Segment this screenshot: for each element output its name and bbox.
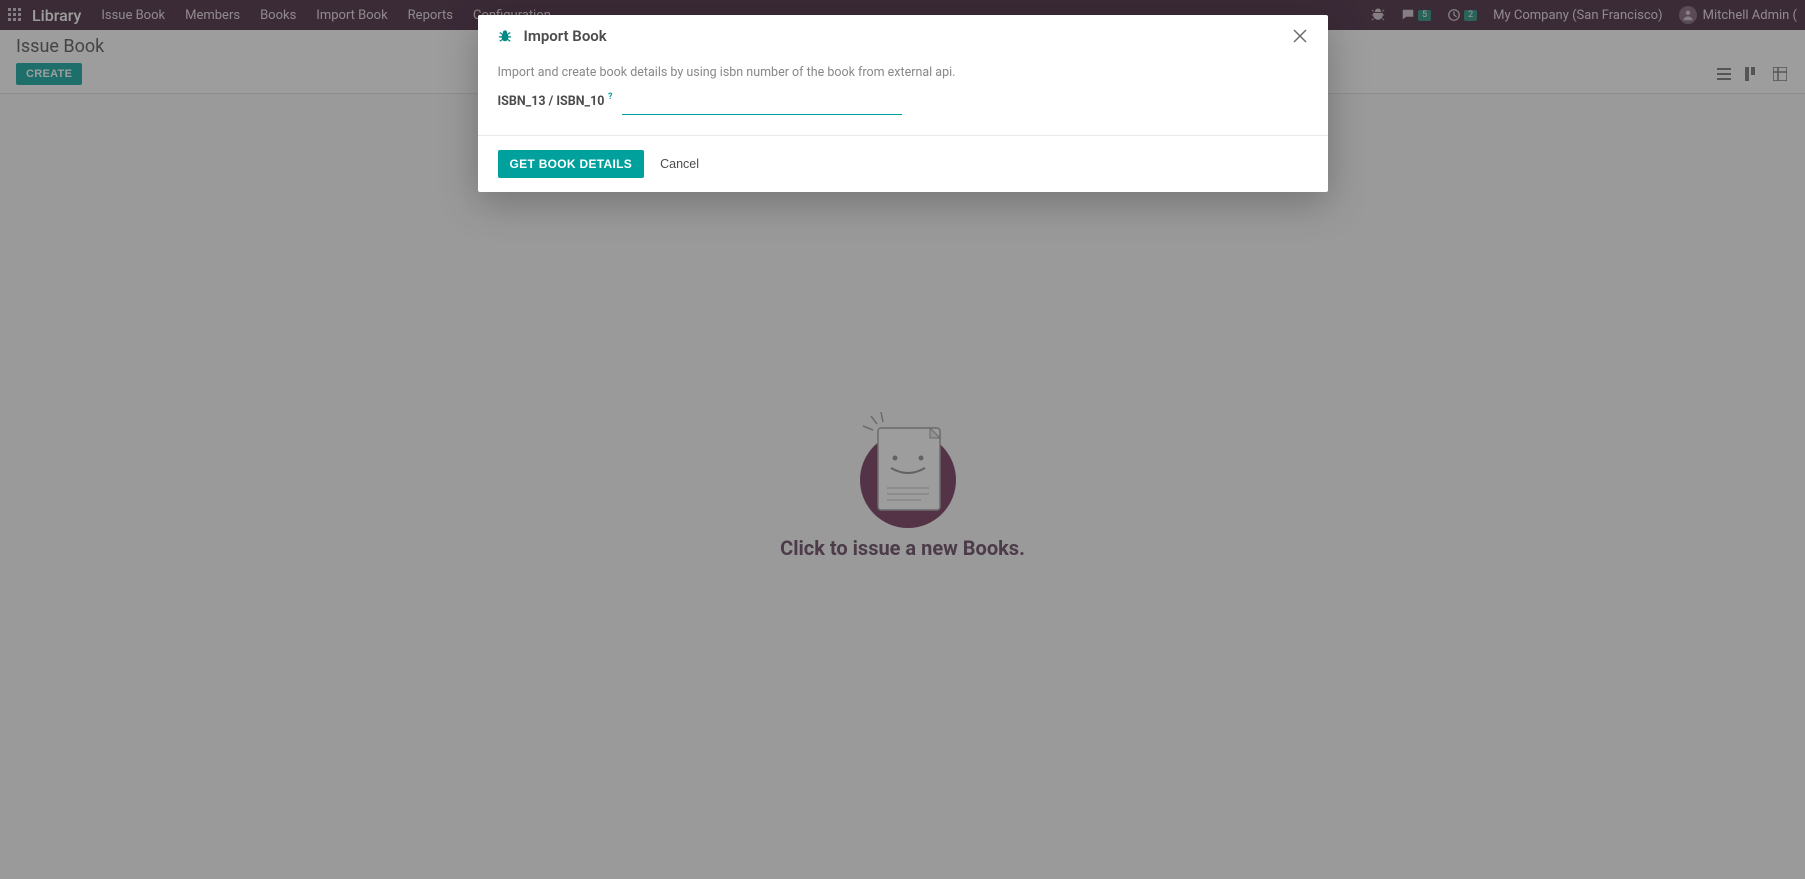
isbn-label-text: ISBN_13 / ISBN_10 [498,94,605,109]
modal-header: Import Book [478,15,1328,57]
cancel-button[interactable]: Cancel [648,150,711,178]
bug-icon[interactable] [498,29,512,43]
modal-body: Import and create book details by using … [478,57,1328,136]
get-book-details-button[interactable]: GET BOOK DETAILS [498,150,645,178]
close-icon[interactable] [1292,28,1308,44]
modal-footer: GET BOOK DETAILS Cancel [478,136,1328,192]
import-book-modal: Import Book Import and create book detai… [478,15,1328,192]
isbn-label: ISBN_13 / ISBN_10 ? [498,94,605,109]
modal-title: Import Book [524,27,1280,45]
isbn-form-row: ISBN_13 / ISBN_10 ? [498,94,1308,115]
modal-overlay[interactable]: Import Book Import and create book detai… [0,0,1805,879]
modal-description: Import and create book details by using … [498,65,1308,80]
help-icon[interactable]: ? [608,92,612,102]
isbn-input[interactable] [622,94,902,115]
